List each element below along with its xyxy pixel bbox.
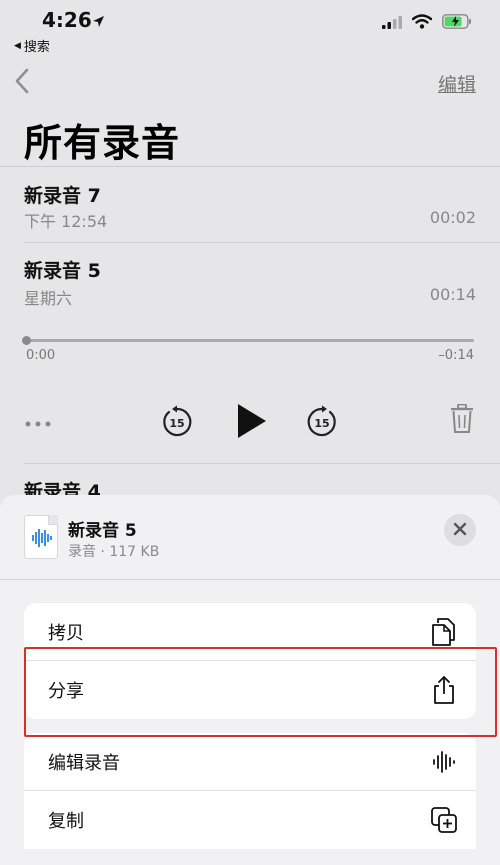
close-icon (453, 521, 467, 540)
duplicate-action[interactable]: 复制 (24, 791, 476, 849)
divider (0, 579, 500, 580)
action-label: 拷贝 (48, 622, 84, 644)
file-meta: 录音 · 117 KB (68, 544, 160, 560)
edit-recording-action[interactable]: 编辑录音 (24, 733, 476, 791)
share-icon (430, 675, 458, 705)
share-action[interactable]: 分享 (24, 661, 476, 719)
copy-doc-icon (430, 617, 458, 647)
copy-action[interactable]: 拷贝 (24, 603, 476, 661)
action-group: 编辑录音 复制 (24, 733, 476, 849)
duplicate-icon (430, 805, 458, 835)
share-sheet-header: 新录音 5 录音 · 117 KB (0, 495, 500, 580)
share-sheet: 新录音 5 录音 · 117 KB 拷贝 分享 编辑录音 复制 (0, 495, 500, 865)
action-label: 复制 (48, 811, 84, 832)
file-name: 新录音 5 (68, 521, 137, 541)
waveform-icon (430, 747, 458, 777)
action-label: 编辑录音 (48, 752, 120, 774)
action-label: 分享 (48, 681, 84, 702)
audio-file-icon (24, 515, 58, 559)
action-group: 拷贝 分享 (24, 603, 476, 719)
close-button[interactable] (444, 514, 476, 546)
